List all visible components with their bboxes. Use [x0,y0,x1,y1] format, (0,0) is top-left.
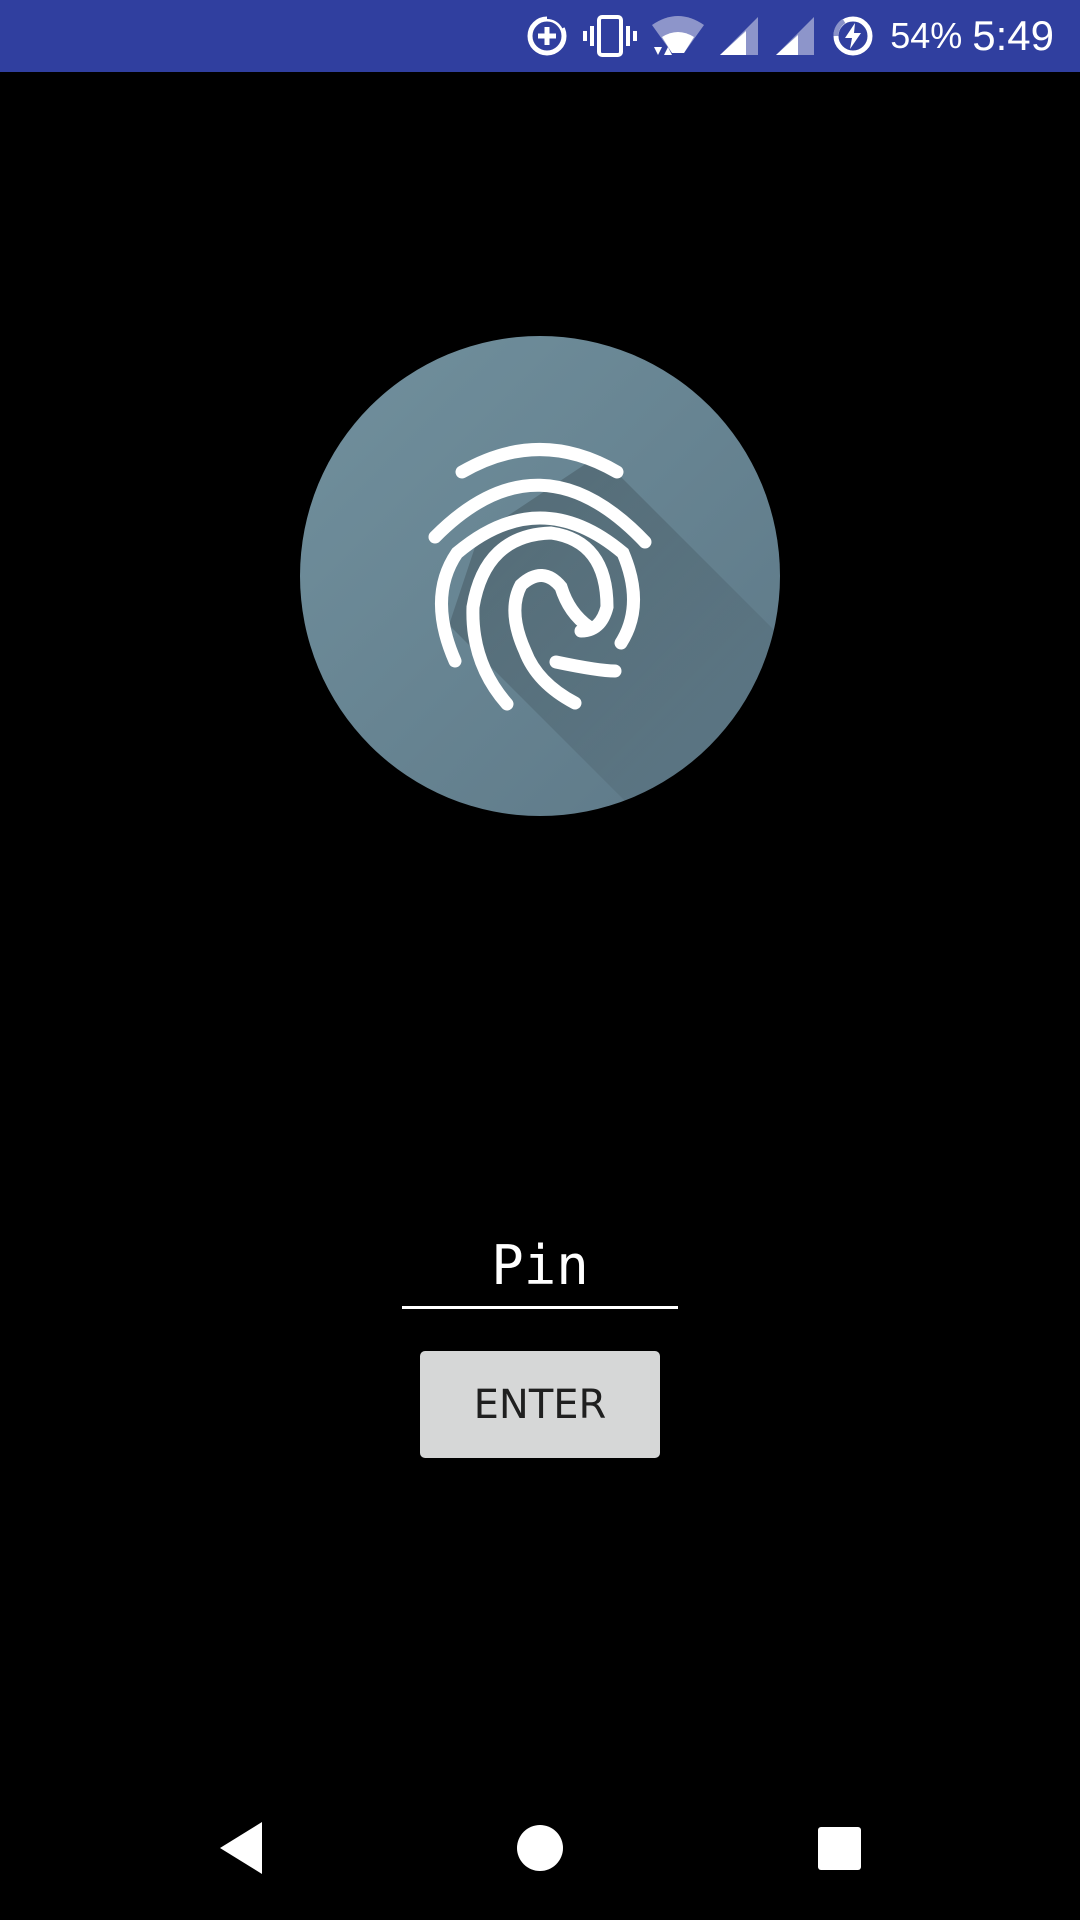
clock: 5:49 [972,12,1054,59]
home-icon [517,1825,563,1871]
recents-icon [818,1827,861,1870]
status-bar: 54% 5:49 [0,0,1080,72]
fingerprint-icon[interactable] [299,335,781,817]
home-button[interactable] [468,1776,612,1920]
pin-input[interactable] [402,1225,678,1309]
enter-button[interactable]: ENTER [420,1351,660,1458]
signal-icon-2 [774,13,818,59]
wifi-icon [650,13,706,59]
recents-button[interactable] [768,1776,912,1920]
back-button[interactable] [170,1776,314,1920]
screen: 54% 5:49 Pin ENTER [0,0,1080,1920]
battery-percent: 54% [890,15,963,56]
navigation-bar [0,1776,1080,1920]
data-saver-icon [524,13,570,59]
signal-icon [718,13,762,59]
back-icon [220,1822,262,1874]
status-icons: 54% 5:49 [512,0,1054,72]
vibrate-icon [582,13,638,59]
battery-charging-icon [830,13,876,59]
